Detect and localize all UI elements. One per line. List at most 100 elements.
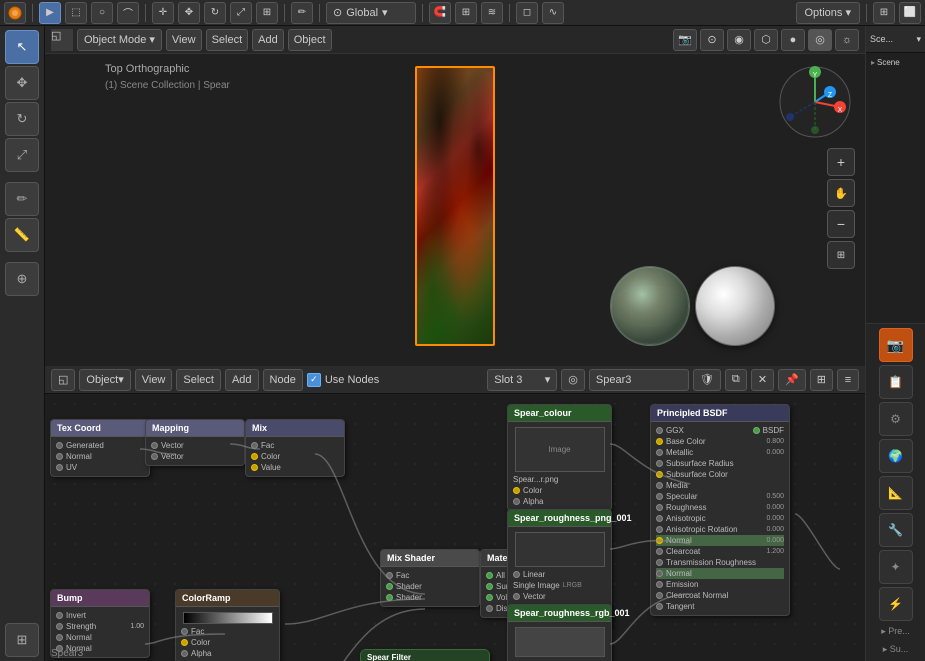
select-tool-icon[interactable]: ▶	[39, 2, 61, 24]
shader-extra-menu[interactable]: ≡	[837, 369, 859, 391]
box-select-icon[interactable]: ⬚	[65, 2, 87, 24]
mix-rgb-node[interactable]: Mix Fac Color Value	[245, 419, 345, 477]
pan-button[interactable]: ✋	[827, 179, 855, 207]
principled-bsdf-node[interactable]: Principled BSDF GGX BSDF Base Color 0.80…	[650, 404, 790, 616]
properties-output-icon[interactable]: 📋	[879, 365, 913, 399]
snap-settings-icon[interactable]: ⊞	[455, 2, 477, 24]
proportional-edit-dropdown[interactable]: ⊙ Global ▾	[326, 2, 416, 24]
use-nodes-toggle[interactable]: ✓ Use Nodes	[307, 373, 379, 387]
viewport-camera-icon[interactable]: 📷	[673, 29, 697, 51]
shader-display-settings[interactable]: ⊞	[810, 369, 833, 391]
viewport-shading-render[interactable]: ☼	[835, 29, 859, 51]
add-menu[interactable]: Add	[252, 29, 284, 51]
shader-add-label: Add	[232, 374, 252, 386]
properties-render-icon[interactable]: 📷	[879, 328, 913, 362]
slot-dropdown[interactable]: Slot 3 ▾	[487, 369, 557, 391]
workspace-icon[interactable]: ⊞	[873, 2, 895, 24]
properties-particles-icon[interactable]: ✦	[879, 550, 913, 584]
shader-object-dropdown[interactable]: Object ▾	[79, 369, 130, 391]
view-menu[interactable]: View	[166, 29, 202, 51]
tex-coord-node[interactable]: Tex Coord Generated Normal UV	[50, 419, 150, 477]
zoom-out-button[interactable]: −	[827, 210, 855, 238]
proportional-falloff-icon[interactable]: ◻	[516, 2, 538, 24]
use-nodes-checkbox[interactable]: ✓	[307, 373, 321, 387]
object-mode-dropdown[interactable]: Object Mode ▾	[77, 29, 162, 51]
tool-extra[interactable]: ⊞	[5, 623, 39, 657]
shader-add-menu[interactable]: Add	[225, 369, 259, 391]
fullscreen-icon[interactable]: ⬜	[899, 2, 921, 24]
options-button[interactable]: Options ▾	[796, 2, 861, 24]
navigation-gizmo[interactable]: Y Z X	[775, 62, 855, 142]
mix-shader-node[interactable]: Mix Shader Fac Shader Shader	[380, 549, 480, 607]
svg-text:X: X	[838, 107, 843, 114]
viewport-overlay-icon[interactable]: ◉	[727, 29, 751, 51]
viewport-area[interactable]: ◱ Object Mode ▾ View Select Add Object	[45, 26, 865, 366]
tool-rotate[interactable]: ↻	[5, 102, 39, 136]
rotate-icon[interactable]: ↻	[204, 2, 226, 24]
tool-select[interactable]: ↖	[5, 30, 39, 64]
circle-select-icon[interactable]: ○	[91, 2, 113, 24]
viewport-shading-wire[interactable]: ⬡	[754, 29, 778, 51]
mapping-node[interactable]: Mapping Vector Vector	[145, 419, 245, 466]
tool-measure[interactable]: 📏	[5, 218, 39, 252]
properties-physics-icon[interactable]: ⚡	[879, 587, 913, 621]
socket-in	[656, 548, 663, 555]
mirror-icon[interactable]: ≋	[481, 2, 503, 24]
select-menu[interactable]: Select	[206, 29, 249, 51]
material-sphere-icon[interactable]: ◎	[561, 369, 585, 391]
transform-icon[interactable]: ⊞	[256, 2, 278, 24]
material-name-field[interactable]: Spear3	[589, 369, 689, 391]
node-row: Shader	[386, 581, 474, 592]
status-label: Spear3	[51, 648, 83, 659]
tool-move[interactable]: ✥	[5, 66, 39, 100]
node-canvas[interactable]: Tex Coord Generated Normal UV	[45, 394, 865, 661]
graph-icon[interactable]: ∿	[542, 2, 564, 24]
properties-object-icon[interactable]: 📐	[879, 476, 913, 510]
socket-out	[56, 453, 63, 460]
node-row: Vector	[151, 451, 239, 462]
annotate-icon[interactable]: ✏	[291, 2, 313, 24]
cursor-icon[interactable]: ✛	[152, 2, 174, 24]
outliner-item[interactable]: ▸ Scene	[870, 57, 921, 68]
properties-surface-section[interactable]: ▸ Su...	[866, 642, 925, 657]
properties-world-icon[interactable]: 🌍	[879, 439, 913, 473]
viewport-shading-material[interactable]: ◎	[808, 29, 832, 51]
spear-filter-frame[interactable]: Spear Filter Alpha Fac Repeat	[360, 649, 490, 661]
snap-icon[interactable]: 🧲	[429, 2, 451, 24]
move-icon[interactable]: ✥	[178, 2, 200, 24]
material-pin-icon[interactable]: 📌	[778, 369, 806, 391]
view-type-label: Top Orthographic	[105, 61, 230, 78]
lasso-select-icon[interactable]: ⌒	[117, 2, 139, 24]
node-row: Generated	[56, 440, 144, 451]
shader-editor-area[interactable]: ◱ Object ▾ View Select Add Node	[45, 366, 865, 661]
outliner-arrow[interactable]: ▾	[916, 34, 921, 45]
scale-icon[interactable]: ⤢	[230, 2, 252, 24]
spear-colour-node[interactable]: Spear_colour Image Spear...r.png Color	[507, 404, 612, 511]
shader-mode-icon[interactable]: ◱	[51, 369, 75, 391]
shader-view-menu[interactable]: View	[135, 369, 173, 391]
shader-node-menu[interactable]: Node	[263, 369, 303, 391]
viewport-shading-solid[interactable]: ●	[781, 29, 805, 51]
tool-annotate[interactable]: ✏	[5, 182, 39, 216]
viewport-gizmo-icon[interactable]: ⊙	[700, 29, 724, 51]
object-menu[interactable]: Object	[288, 29, 332, 51]
node-row: Linear	[513, 569, 606, 580]
tool-cursor[interactable]: ⊕	[5, 262, 39, 296]
material-shield-icon[interactable]: 🛡	[693, 369, 721, 391]
properties-preview-section[interactable]: ▸ Pre...	[866, 624, 925, 639]
properties-scene-icon[interactable]: ⚙	[879, 402, 913, 436]
viewport-controls: 📷 ⊙ ◉ ⬡ ● ◎ ☼	[673, 29, 859, 51]
properties-modifier-icon[interactable]: 🔧	[879, 513, 913, 547]
zoom-in-button[interactable]: +	[827, 148, 855, 176]
material-unlink-icon[interactable]: ✕	[751, 369, 774, 391]
node-row: Base Color 0.800	[656, 436, 784, 447]
viewport-info: Top Orthographic (1) Scene Collection | …	[105, 61, 230, 93]
grid-view-button[interactable]: ⊞	[827, 241, 855, 269]
color-ramp-1-node[interactable]: ColorRamp Fac Color Alph	[175, 589, 280, 661]
blender-menu-icon[interactable]	[4, 2, 26, 24]
tool-scale[interactable]: ⤢	[5, 138, 39, 172]
material-copy-icon[interactable]: ⧉	[725, 369, 747, 391]
shader-select-menu[interactable]: Select	[176, 369, 221, 391]
spear-roughness-rgb-node[interactable]: Spear_roughness_rgb_001 Linear Single Im…	[507, 604, 612, 661]
viewport-mode-icon[interactable]: ◱	[51, 29, 73, 51]
